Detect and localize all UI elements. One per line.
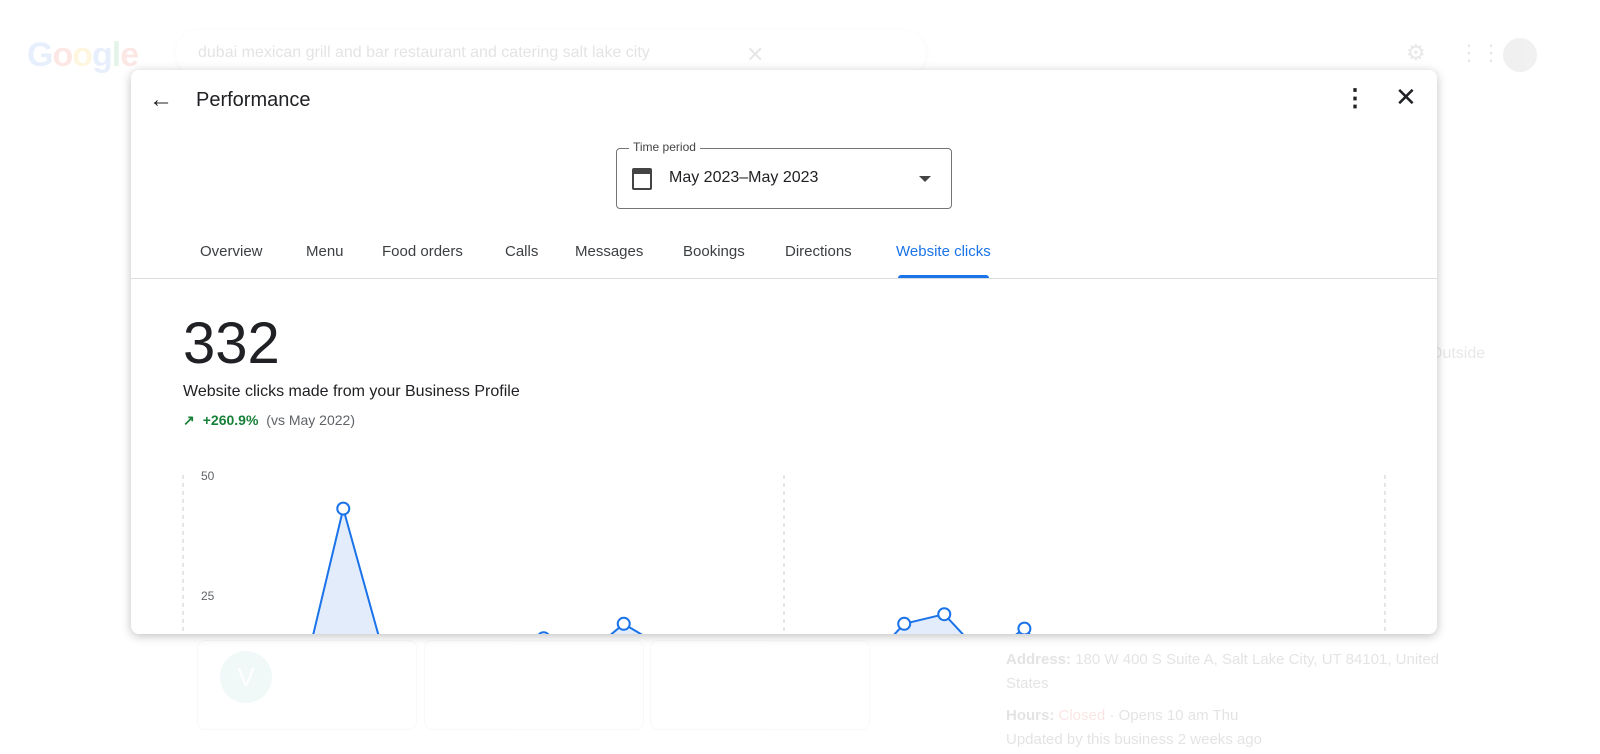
performance-dialog: ← Performance ⋮ ✕ Time period May 2023–M… [131,70,1437,634]
data-point [897,616,912,631]
data-point [937,607,952,622]
hours-label: Hours: [1006,707,1055,724]
avatar[interactable] [1503,38,1537,72]
review-card: V [197,640,417,730]
y-tick-label: 25 [201,589,215,603]
google-logo: Google [27,36,139,74]
y-tick-label: 50 [201,469,215,483]
photo-label: Outside [1430,345,1486,362]
info-card [650,640,870,730]
data-point [538,631,550,634]
hours-next[interactable]: Opens 10 am Thu [1119,707,1239,724]
data-point [336,501,351,516]
data-point [1017,621,1032,634]
apps-icon[interactable]: ⋮⋮ [1458,40,1502,66]
review-avatar: V [220,651,272,703]
business-info: Address: 180 W 400 S Suite A, Salt Lake … [1006,648,1446,752]
updated-note: Updated by this business 2 weeks ago [1006,731,1262,748]
search-query[interactable]: dubai mexican grill and bar restaurant a… [198,44,650,62]
address-label: Address: [1006,651,1072,668]
address: 180 W 400 S Suite A, Salt Lake City, UT … [1006,651,1440,692]
info-card [424,640,644,730]
data-point [616,616,631,631]
gear-icon[interactable]: ⚙ [1406,40,1426,66]
hours-status: Closed [1058,707,1106,724]
website-clicks-chart: 50 25 [182,469,1386,634]
clear-icon[interactable]: ✕ [746,42,764,68]
